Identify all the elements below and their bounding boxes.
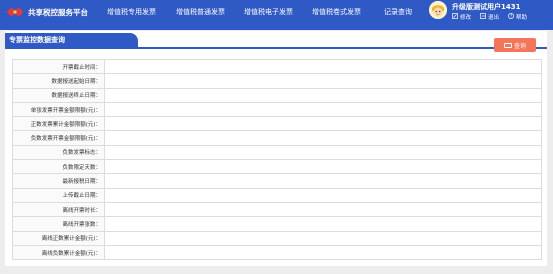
field-value	[104, 73, 542, 89]
panel-title: 专票监控数据查询	[5, 33, 138, 47]
field-label: 离线开票时长：	[12, 201, 105, 218]
avatar[interactable]	[429, 1, 447, 19]
field-value	[104, 244, 542, 261]
nav-record-query[interactable]: 记录查询	[384, 7, 412, 17]
field-value	[104, 201, 542, 218]
field-label: 离线正数累计金额(元)：	[12, 230, 105, 246]
top-navigation-bar: 共享税控服务平台 增值税专用发票 增值税普通发票 增值税电子发票 增值税卷式发票…	[0, 0, 553, 30]
query-icon	[503, 42, 512, 48]
table-row: 离线负数累计金额(元)：	[12, 244, 542, 261]
help-link-label: 帮助	[516, 15, 528, 21]
edit-link-label: 修改	[460, 15, 472, 21]
field-value	[104, 173, 542, 189]
table-row: 离线开票张数：	[12, 216, 542, 232]
logout-link-label: 退出	[488, 15, 500, 21]
field-value	[104, 58, 542, 75]
field-value	[104, 159, 542, 175]
field-value	[104, 116, 542, 132]
table-row: 开票截止时间：	[12, 58, 542, 75]
field-value	[104, 87, 542, 103]
query-panel: 专票监控数据查询 查询 开票截止时间： 数据报送起始日期： 数据报送终止日期： 单张发…	[5, 31, 547, 266]
field-value	[104, 130, 542, 146]
edit-link[interactable]: 修改	[452, 13, 471, 21]
platform-title: 共享税控服务平台	[28, 7, 88, 17]
table-row: 正数发票累计金额限额(元)：	[12, 116, 542, 132]
nav-special-invoice[interactable]: 增值税专用发票	[107, 7, 156, 17]
user-area: 升级版测试用户1431 修改 退出 ? 帮助	[426, 0, 553, 30]
monitor-data-table: 开票截止时间： 数据报送起始日期： 数据报送终止日期： 单张发票开票金额限额(元)：正…	[12, 58, 542, 261]
table-row: 离线正数累计金额(元)：	[12, 230, 542, 246]
table-row: 负数发票标志：	[12, 144, 542, 161]
field-label: 开票截止时间：	[12, 58, 105, 75]
query-button[interactable]: 查询	[494, 38, 536, 52]
field-label: 离线开票张数：	[12, 216, 105, 232]
table-row: 数据报送终止日期：	[12, 87, 542, 103]
field-value	[104, 216, 542, 232]
help-link[interactable]: ? 帮助	[508, 13, 527, 21]
field-value	[104, 101, 542, 118]
table-row: 最新报税日期：	[12, 173, 542, 189]
platform-logo-icon	[6, 6, 24, 18]
logout-link[interactable]: 退出	[480, 13, 499, 21]
field-label: 数据报送终止日期：	[12, 87, 105, 103]
field-value	[104, 230, 542, 246]
nav-electronic-invoice[interactable]: 增值税电子发票	[244, 7, 293, 17]
field-label: 正数发票累计金额限额(元)：	[12, 116, 105, 132]
field-label: 离线负数累计金额(元)：	[12, 244, 105, 261]
field-label: 负数发票标志：	[12, 144, 105, 161]
field-label: 负数发票开票金额限额(元)：	[12, 130, 105, 146]
table-row: 负数限定天数：	[12, 159, 542, 175]
field-value	[104, 144, 542, 161]
nav-ordinary-invoice[interactable]: 增值税普通发票	[176, 7, 225, 17]
table-row: 离线开票时长：	[12, 201, 542, 218]
panel-title-divider	[5, 47, 547, 49]
table-row: 上传截止日期：	[12, 187, 542, 203]
table-row: 数据报送起始日期：	[12, 73, 542, 89]
logout-icon	[480, 13, 486, 21]
field-label: 最新报税日期：	[12, 173, 105, 189]
query-button-label: 查询	[513, 42, 526, 50]
field-value	[104, 187, 542, 203]
help-icon: ?	[508, 13, 514, 21]
svg-text:?: ?	[510, 14, 512, 19]
table-row: 负数发票开票金额限额(元)：	[12, 130, 542, 146]
field-label: 上传截止日期：	[12, 187, 105, 203]
brand[interactable]: 共享税控服务平台	[6, 4, 88, 20]
field-label: 负数限定天数：	[12, 159, 105, 175]
field-label: 数据报送起始日期：	[12, 73, 105, 89]
nav-roll-invoice[interactable]: 增值税卷式发票	[312, 7, 361, 17]
field-label: 单张发票开票金额限额(元)：	[12, 101, 105, 118]
user-name: 升级版测试用户1431	[452, 3, 521, 11]
edit-icon	[452, 13, 458, 21]
table-row: 单张发票开票金额限额(元)：	[12, 101, 542, 118]
